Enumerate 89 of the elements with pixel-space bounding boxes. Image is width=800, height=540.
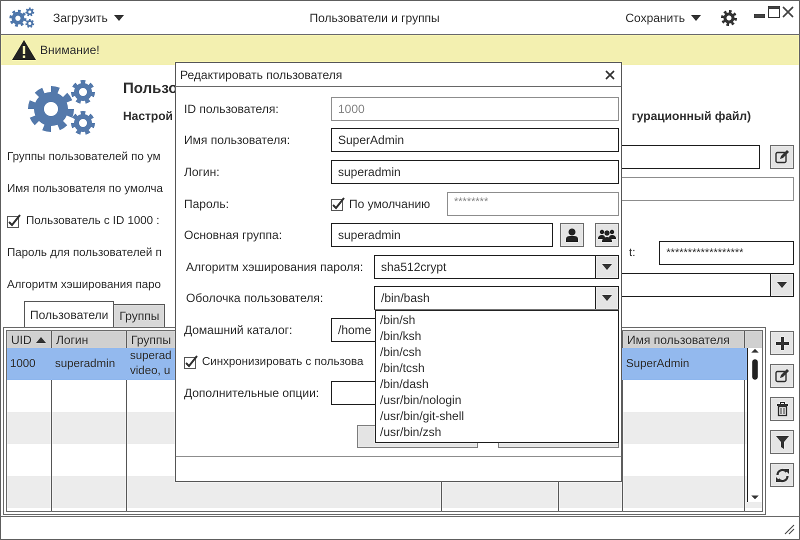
table-cell: superad video, u [130,349,172,379]
input-field[interactable]: superadmin [331,160,619,184]
setting-label: Имя пользователя по умолча [7,183,164,195]
checkbox[interactable] [7,214,21,228]
dropdown[interactable]: sha512crypt [374,254,619,279]
field-label: ID пользователя: [184,102,280,116]
password-field[interactable]: ******** [447,192,619,216]
field-label: Алгоритм хэширования пароля: [185,260,364,274]
setting-label: Алгоритм хэширования паро [7,279,162,291]
setting-label: Группы пользователей по ум [7,151,162,163]
edit-button[interactable] [770,145,794,169]
refresh-icon [774,468,790,482]
dropdown-option[interactable]: /bin/tcsh [380,360,425,376]
input-field[interactable]: SuperAdmin [331,128,619,152]
resize-grip-icon[interactable] [784,524,795,535]
column-header[interactable]: Группы [131,332,171,346]
table-cell: SuperAdmin [626,356,690,372]
table-cell: 1000 [10,356,36,372]
dropdown[interactable]: /bin/bash [374,286,619,310]
filter-icon [774,434,790,450]
caret-icon [777,282,787,288]
checkbox[interactable] [331,196,345,211]
pencil-icon [775,150,789,164]
caret-icon [114,14,124,20]
save-menu[interactable]: Сохранить [625,10,701,24]
dropdown-option[interactable]: /bin/sh [380,312,416,328]
filter-button[interactable] [770,430,794,454]
dropdown-option[interactable]: /usr/bin/git-shell [380,408,464,424]
dropdown-option[interactable]: /bin/dash [380,376,429,392]
column-header[interactable]: UID [11,332,46,346]
password-field[interactable]: ****************** [659,241,794,265]
caret-icon [602,264,612,270]
app-logo-icon [9,7,35,28]
input-field[interactable] [620,145,760,169]
dropdown-option[interactable]: /bin/ksh [380,328,422,344]
trash-icon [774,402,790,416]
caret-icon [691,14,701,20]
field-label: Оболочка пользователя: [185,291,324,306]
page-subtitle: гурационный файл) [632,109,751,123]
user-button[interactable] [560,223,584,248]
field-label: Имя пользователя: [184,133,292,148]
page-subtitle: Настрой [123,109,173,123]
warning-icon [12,40,36,60]
delete-button[interactable] [770,397,794,421]
input-field[interactable]: superadmin [331,223,553,248]
add-button[interactable] [770,331,794,355]
window-title: Пользователи и группы [308,10,441,24]
edit-button[interactable] [770,364,794,388]
checkbox-label: По умолчанию [349,196,430,211]
dialog-title: Редактировать пользователя [180,68,342,82]
user-icon [566,228,578,242]
setting-label: t: [629,247,636,259]
gears-icon [27,79,97,135]
sort-ascending-icon [36,336,46,342]
dropdown[interactable] [620,273,794,297]
field-label: Дополнительные опции: [184,386,320,400]
field-label: Логин: [184,164,221,179]
field-label: Основная группа: [184,228,284,242]
input-field[interactable] [620,177,794,201]
table-cell: superadmin [55,356,116,372]
group-button[interactable] [595,223,619,248]
warning-text: Внимание! [40,43,100,57]
caret-icon [602,295,612,302]
column-header[interactable]: Логин [56,332,88,346]
tab[interactable]: Пользователи [24,301,114,327]
checkbox[interactable] [184,354,198,369]
tab[interactable]: Группы [113,304,166,327]
load-menu[interactable]: Загрузить [53,10,124,24]
dropdown-value: /bin/bash [381,291,431,306]
column-header[interactable]: Имя пользователя [627,332,730,346]
field-label: Пароль: [184,196,230,211]
field-label: Домашний каталог: [184,322,294,337]
close-icon[interactable] [781,5,795,19]
dropdown-option[interactable]: /usr/bin/zsh [380,424,442,440]
refresh-button[interactable] [770,463,794,487]
checkbox-label: Синхронизировать с пользова [202,356,364,368]
setting-label: Пользователь с ID 1000 : [26,215,160,227]
page-title: Пользо [123,80,178,97]
maximize-icon[interactable] [767,5,781,19]
plus-icon [774,336,790,350]
pencil-icon [774,368,790,384]
dropdown-option[interactable]: /bin/csh [380,344,422,360]
scrollbar[interactable] [747,348,762,502]
setting-label: Пароль для пользователей п [7,247,163,259]
close-icon[interactable] [605,70,615,80]
settings-icon[interactable] [721,10,737,26]
dropdown-value: sha512crypt [381,260,448,274]
dropdown-option[interactable]: /usr/bin/nologin [380,392,462,408]
group-icon [598,228,616,242]
